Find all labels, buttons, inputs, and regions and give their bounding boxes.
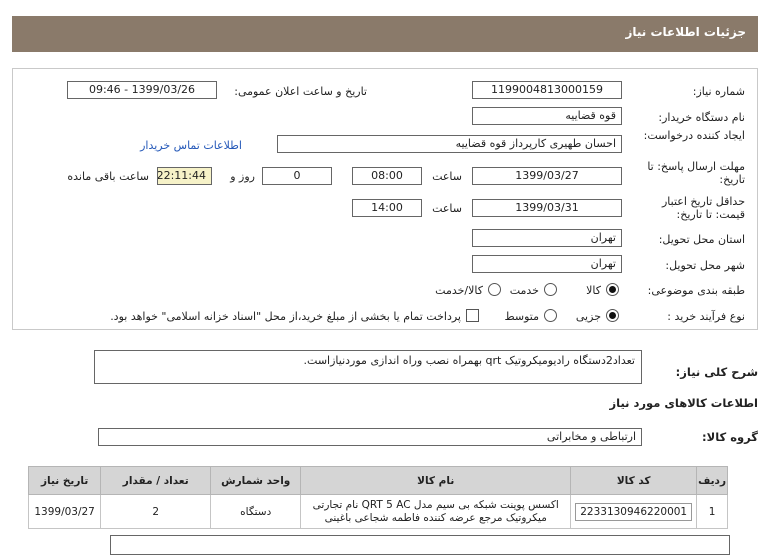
summary-box: تعداد2دستگاه رادیومیکروتیک qrt بهمراه نص… xyxy=(94,350,642,384)
notes-box xyxy=(110,535,730,555)
remaining-time-field: 22:11:44 xyxy=(157,167,212,185)
announce-field: 1399/03/26 - 09:46 xyxy=(67,81,217,99)
province-field: تهران xyxy=(472,229,622,247)
buyer-contact-link[interactable]: اطلاعات تماس خریدار xyxy=(140,139,242,152)
goods-table: ردیف کد کالا نام کالا واحد شمارش تعداد /… xyxy=(27,466,728,529)
buyer-field: قوه قضاییه xyxy=(472,107,622,125)
need-number-label: شماره نیاز: xyxy=(692,85,745,98)
treasury-payment-note: پرداخت تمام یا بخشی از مبلغ خرید،از محل … xyxy=(110,310,461,323)
process-partial-label: جزیی xyxy=(575,310,601,323)
category-both-radio[interactable] xyxy=(488,283,501,296)
table-row: 1 2233130946220001 اکسس پوینت شبکه بی سی… xyxy=(27,494,728,529)
province-label: استان محل تحویل: xyxy=(658,233,745,246)
process-medium-label: متوسط xyxy=(504,310,539,323)
page-title: جزئیات اطلاعات نیاز xyxy=(625,25,746,39)
city-field: تهران xyxy=(472,255,622,273)
col-unit: واحد شمارش xyxy=(210,466,302,495)
category-goods-label: کالا xyxy=(586,284,601,297)
cell-date: 1399/03/27 xyxy=(27,494,102,529)
cell-unit: دستگاه xyxy=(210,494,302,529)
cell-code: 2233130946220001 xyxy=(570,494,698,529)
city-label: شهر محل تحویل: xyxy=(665,259,745,272)
cell-qty: 2 xyxy=(100,494,212,529)
goods-group-label: گروه کالا: xyxy=(702,430,758,444)
goods-section-title: اطلاعات کالاهای مورد نیاز xyxy=(609,396,758,410)
days-remaining-field: 0 xyxy=(262,167,332,185)
col-row: ردیف xyxy=(696,466,728,495)
days-label: روز و xyxy=(230,170,255,183)
validity-time-label: ساعت xyxy=(432,202,462,215)
category-service-label: خدمت xyxy=(509,284,539,297)
cell-row: 1 xyxy=(696,494,728,529)
process-label: نوع فرآیند خرید : xyxy=(667,310,745,323)
page-header: جزئیات اطلاعات نیاز xyxy=(12,16,758,52)
creator-label: ایجاد کننده درخواست: xyxy=(643,129,745,142)
buyer-label: نام دستگاه خریدار: xyxy=(658,111,745,124)
process-partial-radio[interactable] xyxy=(606,309,619,322)
need-number-field: 1199004813000159 xyxy=(472,81,622,99)
summary-text: تعداد2دستگاه رادیومیکروتیک qrt بهمراه نص… xyxy=(303,354,635,367)
cell-name: اکسس پوینت شبکه بی سیم مدل QRT 5 AC نام … xyxy=(300,494,572,529)
col-code: کد کالا xyxy=(570,466,698,495)
validity-label: حداقل تاریخ اعتبار قیمت: تا تاریخ: xyxy=(661,195,745,221)
details-panel: شماره نیاز: 1199004813000159 تاریخ و ساع… xyxy=(12,68,758,330)
validity-time-field: 14:00 xyxy=(352,199,422,217)
code-box: 2233130946220001 xyxy=(575,502,693,521)
remaining-label: ساعت باقی مانده xyxy=(67,170,149,183)
goods-group-field: ارتباطی و مخابراتی xyxy=(98,428,642,446)
col-date: تاریخ نیاز xyxy=(27,466,102,495)
category-goods-radio[interactable] xyxy=(606,283,619,296)
deadline-time-field: 08:00 xyxy=(352,167,422,185)
deadline-date-field: 1399/03/27 xyxy=(472,167,622,185)
creator-field: احسان طهیری کارپرداز قوه قضاییه xyxy=(277,135,622,153)
process-medium-radio[interactable] xyxy=(544,309,557,322)
category-both-label: کالا/خدمت xyxy=(435,284,483,297)
announce-label: تاریخ و ساعت اعلان عمومی: xyxy=(234,85,367,98)
category-label: طبقه بندی موضوعی: xyxy=(647,284,745,297)
col-qty: تعداد / مقدار xyxy=(100,466,212,495)
summary-label: شرح کلی نیاز: xyxy=(675,365,758,379)
deadline-label: مهلت ارسال پاسخ: تا تاریخ: xyxy=(647,160,745,186)
validity-date-field: 1399/03/31 xyxy=(472,199,622,217)
deadline-time-label: ساعت xyxy=(432,170,462,183)
col-name: نام کالا xyxy=(300,466,572,495)
treasury-payment-checkbox[interactable] xyxy=(466,309,479,322)
category-service-radio[interactable] xyxy=(544,283,557,296)
